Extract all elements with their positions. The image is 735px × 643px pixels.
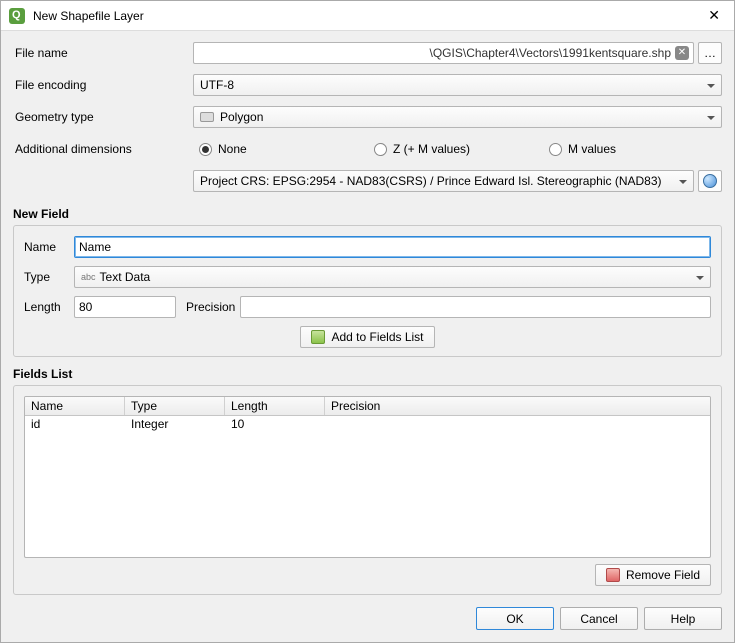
browse-button[interactable]: …: [698, 42, 722, 64]
th-length[interactable]: Length: [225, 397, 325, 415]
new-field-group: Name Type abc Text Data Length Precision: [13, 225, 722, 357]
new-field-heading: New Field: [13, 207, 722, 221]
nf-name-input[interactable]: [74, 236, 711, 258]
file-encoding-value: UTF-8: [200, 78, 234, 92]
remove-field-button[interactable]: Remove Field: [595, 564, 711, 586]
nf-length-input[interactable]: [74, 296, 176, 318]
window-title: New Shapefile Layer: [33, 9, 702, 23]
qgis-icon: [9, 8, 25, 24]
radio-icon: [374, 143, 387, 156]
nf-precision-label: Precision: [182, 300, 234, 314]
nf-precision-input[interactable]: [240, 296, 711, 318]
nf-type-label: Type: [24, 270, 68, 284]
file-name-input[interactable]: \QGIS\Chapter4\Vectors\1991kentsquare.sh…: [193, 42, 694, 64]
radio-z[interactable]: Z (+ M values): [374, 142, 549, 156]
radio-icon: [549, 143, 562, 156]
table-row[interactable]: id Integer 10: [25, 416, 710, 432]
file-name-value: \QGIS\Chapter4\Vectors\1991kentsquare.sh…: [430, 46, 671, 60]
file-name-label: File name: [13, 46, 193, 60]
crs-value: Project CRS: EPSG:2954 - NAD83(CSRS) / P…: [200, 174, 662, 188]
clear-icon[interactable]: ✕: [675, 46, 689, 60]
table-body: id Integer 10: [25, 416, 710, 557]
table-header: Name Type Length Precision: [25, 397, 710, 416]
th-type[interactable]: Type: [125, 397, 225, 415]
nf-length-label: Length: [24, 300, 68, 314]
nf-type-combo[interactable]: abc Text Data: [74, 266, 711, 288]
ok-button[interactable]: OK: [476, 607, 554, 630]
fields-table: Name Type Length Precision id Integer 10: [24, 396, 711, 558]
dialog-window: New Shapefile Layer ✕ File name \QGIS\Ch…: [0, 0, 735, 643]
file-encoding-combo[interactable]: UTF-8: [193, 74, 722, 96]
cancel-button[interactable]: Cancel: [560, 607, 638, 630]
geometry-type-value: Polygon: [220, 110, 263, 124]
radio-icon: [199, 143, 212, 156]
radio-m[interactable]: M values: [549, 142, 616, 156]
geometry-type-label: Geometry type: [13, 110, 193, 124]
nf-name-label: Name: [24, 240, 68, 254]
fields-list-heading: Fields List: [13, 367, 722, 381]
dialog-footer: OK Cancel Help: [1, 607, 734, 642]
file-encoding-label: File encoding: [13, 78, 193, 92]
add-to-fields-button[interactable]: Add to Fields List: [300, 326, 434, 348]
geometry-type-combo[interactable]: Polygon: [193, 106, 722, 128]
radio-none[interactable]: None: [199, 142, 374, 156]
titlebar: New Shapefile Layer ✕: [1, 1, 734, 31]
remove-icon: [606, 568, 620, 582]
crs-picker-button[interactable]: [698, 170, 722, 192]
dialog-content: File name \QGIS\Chapter4\Vectors\1991ken…: [1, 31, 734, 607]
polygon-icon: [200, 112, 214, 122]
th-precision[interactable]: Precision: [325, 397, 710, 415]
dimensions-radio-group: None Z (+ M values) M values: [193, 142, 722, 156]
close-icon[interactable]: ✕: [702, 7, 726, 24]
fields-list-group: Name Type Length Precision id Integer 10: [13, 385, 722, 595]
additional-dimensions-label: Additional dimensions: [13, 142, 193, 156]
globe-icon: [703, 174, 717, 188]
crs-combo[interactable]: Project CRS: EPSG:2954 - NAD83(CSRS) / P…: [193, 170, 694, 192]
text-type-icon: abc: [81, 272, 96, 282]
add-icon: [311, 330, 325, 344]
help-button[interactable]: Help: [644, 607, 722, 630]
th-name[interactable]: Name: [25, 397, 125, 415]
nf-type-value: Text Data: [100, 270, 151, 284]
